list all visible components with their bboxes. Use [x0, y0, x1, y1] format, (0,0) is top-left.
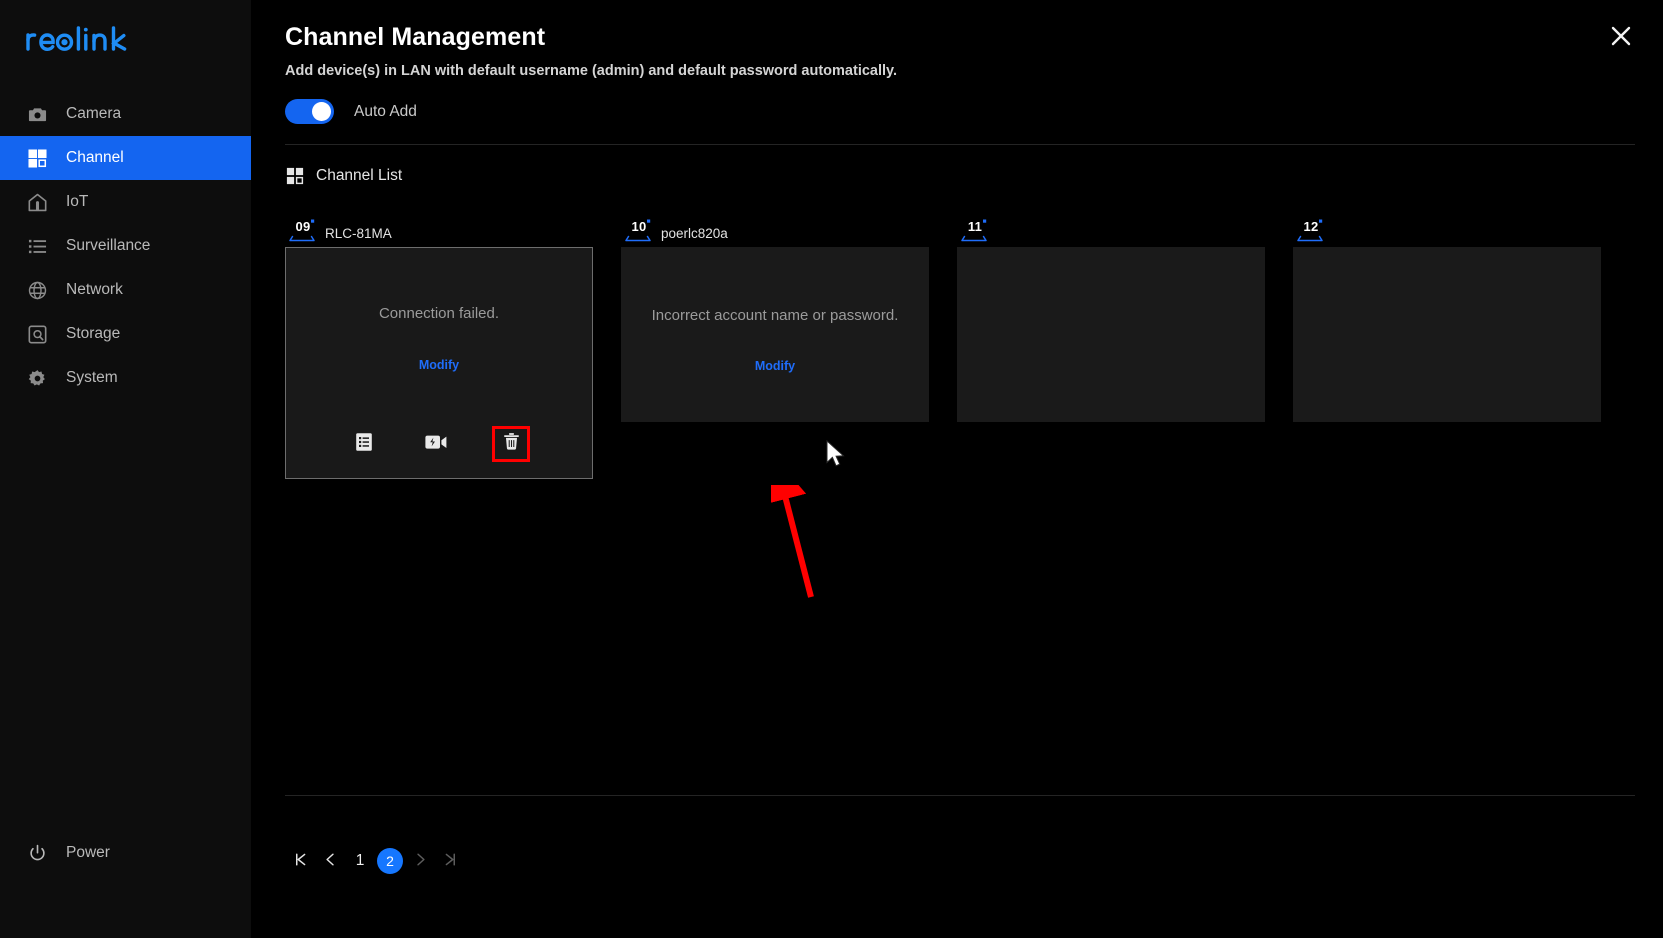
- logo-dot-icon: [61, 39, 68, 46]
- sidebar-item-label: Network: [66, 281, 123, 298]
- auto-add-toggle[interactable]: [285, 99, 334, 124]
- close-button[interactable]: [1607, 24, 1635, 52]
- channel-name: poerlc820a: [661, 226, 728, 241]
- sidebar-item-channel[interactable]: Channel: [0, 136, 251, 180]
- power-label: Power: [66, 844, 110, 861]
- header-divider: [285, 144, 1635, 145]
- card-header: 09 RLC-81MA: [285, 217, 593, 242]
- sidebar-item-storage[interactable]: Storage: [0, 312, 251, 356]
- sidebar-item-label: IoT: [66, 193, 89, 210]
- device-info-icon: [354, 432, 374, 457]
- modify-link[interactable]: Modify: [621, 359, 929, 373]
- sidebar-item-label: System: [66, 369, 118, 386]
- channel-actions: [286, 426, 592, 462]
- channel-card-12: 12: [1293, 217, 1601, 479]
- globe-icon: [26, 279, 48, 301]
- close-icon: [1609, 24, 1633, 53]
- card-header: 10 poerlc820a: [621, 217, 929, 242]
- sidebar-item-label: Surveillance: [66, 237, 151, 254]
- last-page-icon: [443, 852, 458, 871]
- auto-add-row: Auto Add: [285, 99, 1663, 124]
- grid-icon: [285, 166, 304, 185]
- pagination-first-button[interactable]: [285, 846, 315, 876]
- badge-bracket-icon: [961, 219, 987, 242]
- camera-flash-icon: [424, 432, 448, 457]
- pagination-prev-button[interactable]: [315, 846, 345, 876]
- channel-card-10: 10 poerlc820a Incorrect account name or …: [621, 217, 929, 479]
- card-header: 11: [957, 217, 1265, 242]
- pagination: 1 2: [285, 846, 465, 876]
- sidebar-item-network[interactable]: Network: [0, 268, 251, 312]
- sidebar-item-surveillance[interactable]: Surveillance: [0, 224, 251, 268]
- channel-number-badge: 11: [959, 219, 991, 242]
- channel-preview[interactable]: Connection failed. Modify: [285, 247, 593, 479]
- channel-status-message: Connection failed.: [378, 305, 500, 322]
- channel-preview[interactable]: [957, 247, 1265, 422]
- channel-number-badge: 12: [1295, 219, 1327, 242]
- sidebar-item-system[interactable]: System: [0, 356, 251, 400]
- pagination-page-1[interactable]: 1: [345, 846, 375, 876]
- home-icon: [26, 191, 48, 213]
- badge-bracket-icon: [289, 219, 315, 242]
- channel-list-label: Channel List: [316, 166, 403, 184]
- annotation-arrow: [765, 458, 851, 610]
- badge-bracket-icon: [1297, 219, 1323, 242]
- channel-number-badge: 09: [287, 219, 319, 242]
- grid-icon: [26, 147, 48, 169]
- modify-link[interactable]: Modify: [286, 358, 592, 372]
- toggle-knob: [312, 102, 331, 121]
- page-title: Channel Management: [285, 23, 546, 51]
- channel-card-grid: 09 RLC-81MA Connection failed. Modify 10…: [285, 217, 1663, 479]
- pagination-next-button[interactable]: [405, 846, 435, 876]
- sidebar-item-camera[interactable]: Camera: [0, 92, 251, 136]
- power-button[interactable]: Power: [0, 831, 110, 875]
- channel-number-badge: 10: [623, 219, 655, 242]
- sidebar-item-label: Storage: [66, 325, 121, 342]
- channel-preview[interactable]: Incorrect account name or password. Modi…: [621, 247, 929, 422]
- channel-preview[interactable]: [1293, 247, 1601, 422]
- channel-name: RLC-81MA: [325, 226, 392, 241]
- next-page-icon: [413, 852, 428, 871]
- app-window: Camera Channel IoT Surveillance Network …: [0, 0, 1663, 938]
- badge-bracket-icon: [625, 219, 651, 242]
- camera-icon: [26, 103, 48, 125]
- channel-status-message: Incorrect account name or password.: [651, 307, 899, 324]
- first-page-icon: [293, 852, 308, 871]
- sidebar: Camera Channel IoT Surveillance Network …: [0, 0, 251, 938]
- gear-icon: [26, 367, 48, 389]
- main-content: Channel Management Add device(s) in LAN …: [251, 0, 1663, 938]
- footer-divider: [285, 795, 1635, 796]
- power-icon: [26, 842, 48, 864]
- reolink-logo: [0, 0, 251, 78]
- sidebar-item-label: Camera: [66, 105, 122, 122]
- pagination-page-2[interactable]: 2: [377, 848, 403, 874]
- prev-page-icon: [323, 852, 338, 871]
- list-icon: [26, 235, 48, 257]
- channel-list-header: Channel List: [285, 166, 1663, 185]
- page-subtitle: Add device(s) in LAN with default userna…: [285, 63, 898, 79]
- camera-flash-button[interactable]: [420, 429, 452, 459]
- pagination-last-button[interactable]: [435, 846, 465, 876]
- device-info-button[interactable]: [348, 429, 380, 459]
- sidebar-item-label: Channel: [66, 149, 124, 166]
- auto-add-label: Auto Add: [354, 102, 417, 120]
- channel-card-09: 09 RLC-81MA Connection failed. Modify: [285, 217, 593, 479]
- delete-channel-button[interactable]: [492, 426, 530, 462]
- sidebar-nav: Camera Channel IoT Surveillance Network …: [0, 92, 251, 400]
- trash-icon: [502, 432, 521, 456]
- channel-card-11: 11: [957, 217, 1265, 479]
- card-header: 12: [1293, 217, 1601, 242]
- sidebar-item-iot[interactable]: IoT: [0, 180, 251, 224]
- logo-i-dot-icon: [83, 27, 88, 32]
- hard-drive-icon: [26, 323, 48, 345]
- reolink-wordmark-icon: [26, 26, 127, 52]
